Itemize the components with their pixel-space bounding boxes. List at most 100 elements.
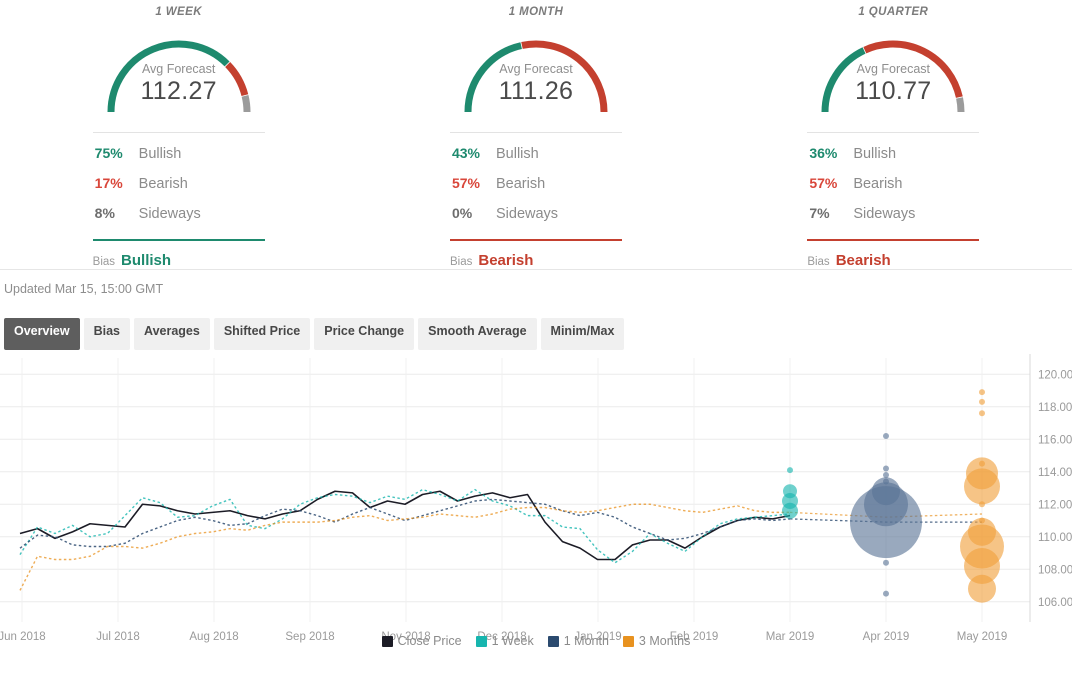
y-axis-tick-label: 118.00 bbox=[1038, 402, 1072, 414]
tab-price-change[interactable]: Price Change bbox=[314, 318, 414, 350]
y-axis-tick-label: 116.00 bbox=[1038, 434, 1072, 446]
bias-row: Bias Bearish bbox=[807, 252, 979, 269]
gauge-title: 1 MONTH bbox=[357, 6, 714, 18]
legend-label: 1 Month bbox=[564, 634, 609, 648]
legend-swatch-icon bbox=[548, 636, 559, 647]
legend-item[interactable]: Close Price bbox=[382, 634, 462, 648]
forecast-bubble[interactable] bbox=[782, 503, 798, 519]
forecast-bubble[interactable] bbox=[883, 433, 889, 439]
tab-shifted-price[interactable]: Shifted Price bbox=[214, 318, 310, 350]
stat-row-bearish: 57% Bearish bbox=[807, 175, 979, 205]
gauge-svg bbox=[450, 24, 622, 116]
legend-item[interactable]: 1 Month bbox=[548, 634, 609, 648]
chart-line-close-price bbox=[20, 491, 790, 559]
y-axis-tick-label: 112.00 bbox=[1038, 499, 1072, 511]
y-axis-tick-label: 120.00 bbox=[1038, 369, 1072, 381]
sideways-label: Sideways bbox=[139, 206, 201, 222]
gauge-segment bbox=[245, 96, 247, 112]
tab-averages[interactable]: Averages bbox=[134, 318, 210, 350]
forecast-bubble[interactable] bbox=[979, 410, 985, 416]
stat-row-bullish: 43% Bullish bbox=[450, 145, 622, 175]
gauge-segment bbox=[825, 50, 864, 112]
stat-row-bullish: 75% Bullish bbox=[93, 145, 265, 175]
sideways-label: Sideways bbox=[496, 206, 558, 222]
tab-smooth-average[interactable]: Smooth Average bbox=[418, 318, 536, 350]
bearish-percent: 57% bbox=[807, 175, 853, 191]
bullish-label: Bullish bbox=[139, 146, 182, 162]
sentiment-stats: 43% Bullish 57% Bearish 0% Sideways Bias… bbox=[450, 132, 622, 269]
gauge-segment bbox=[960, 98, 961, 112]
legend-item[interactable]: 1 Week bbox=[476, 634, 534, 648]
sideways-percent: 0% bbox=[450, 205, 496, 221]
bias-label: Bias bbox=[93, 256, 115, 268]
sideways-percent: 7% bbox=[807, 205, 853, 221]
gauge-title: 1 WEEK bbox=[0, 6, 357, 18]
bias-row: Bias Bearish bbox=[450, 252, 622, 269]
legend-label: 1 Week bbox=[492, 634, 534, 648]
gauge-panel-1-month: 1 MONTH Avg Forecast 111.26 43% Bullish … bbox=[357, 0, 714, 269]
forecast-bubble[interactable] bbox=[883, 472, 889, 478]
forecast-bubble[interactable] bbox=[850, 486, 922, 558]
bearish-percent: 57% bbox=[450, 175, 496, 191]
gauge-arc-1-month: Avg Forecast 111.26 bbox=[450, 24, 622, 116]
chart-view-tabs: OverviewBiasAveragesShifted PricePrice C… bbox=[0, 310, 1072, 350]
bullish-percent: 43% bbox=[450, 145, 496, 161]
legend-item[interactable]: 3 Months bbox=[623, 634, 690, 648]
bias-value: Bearish bbox=[836, 252, 891, 269]
forecast-bubble[interactable] bbox=[883, 591, 889, 597]
stat-row-bullish: 36% Bullish bbox=[807, 145, 979, 175]
forecast-bubble[interactable] bbox=[979, 399, 985, 405]
gauge-segment bbox=[522, 44, 604, 112]
stat-row-bearish: 57% Bearish bbox=[450, 175, 622, 205]
chart-svg: 120.00 118.00 116.00 114.00 112.00 110.00 108.… bbox=[0, 350, 1072, 650]
stat-row-sideways: 7% Sideways bbox=[807, 205, 979, 235]
gauge-panel-1-week: 1 WEEK Avg Forecast 112.27 75% Bullish 1… bbox=[0, 0, 357, 269]
bias-row: Bias Bullish bbox=[93, 252, 265, 269]
forecast-chart: 120.00 118.00 116.00 114.00 112.00 110.00 108.… bbox=[0, 350, 1072, 650]
bias-value: Bullish bbox=[121, 252, 171, 269]
bias-label: Bias bbox=[450, 256, 472, 268]
gauge-arc-1-week: Avg Forecast 112.27 bbox=[93, 24, 265, 116]
bearish-percent: 17% bbox=[93, 175, 139, 191]
last-updated-text: Updated Mar 15, 15:00 GMT bbox=[0, 270, 1072, 310]
bias-underline bbox=[93, 239, 265, 241]
bullish-percent: 36% bbox=[807, 145, 853, 161]
gauge-segment bbox=[111, 44, 227, 112]
gauge-title: 1 QUARTER bbox=[715, 6, 1072, 18]
tab-minim-max[interactable]: Minim/Max bbox=[541, 318, 625, 350]
bearish-label: Bearish bbox=[139, 176, 188, 192]
bias-value: Bearish bbox=[478, 252, 533, 269]
bullish-label: Bullish bbox=[853, 146, 896, 162]
gauge-segment bbox=[865, 44, 960, 97]
stat-row-sideways: 0% Sideways bbox=[450, 205, 622, 235]
chart-line-1-month bbox=[20, 499, 790, 548]
legend-label: 3 Months bbox=[639, 634, 690, 648]
y-axis-tick-label: 110.00 bbox=[1038, 532, 1072, 544]
bias-label: Bias bbox=[807, 256, 829, 268]
gauge-panel-1-quarter: 1 QUARTER Avg Forecast 110.77 36% Bullis… bbox=[715, 0, 1072, 269]
gauge-svg bbox=[807, 24, 979, 116]
y-axis-tick-label: 114.00 bbox=[1038, 467, 1072, 479]
forecast-bubble[interactable] bbox=[883, 466, 889, 472]
tab-bias[interactable]: Bias bbox=[84, 318, 130, 350]
forecast-gauges-row: 1 WEEK Avg Forecast 112.27 75% Bullish 1… bbox=[0, 0, 1072, 270]
gauge-segment bbox=[468, 46, 521, 112]
forecast-bubble[interactable] bbox=[979, 501, 985, 507]
forecast-bubble[interactable] bbox=[968, 575, 996, 603]
y-axis-tick-label: 108.00 bbox=[1038, 564, 1072, 576]
forecast-bubble[interactable] bbox=[979, 389, 985, 395]
chart-line-3-months bbox=[20, 504, 790, 590]
stat-row-sideways: 8% Sideways bbox=[93, 205, 265, 235]
gauge-arc-1-quarter: Avg Forecast 110.77 bbox=[807, 24, 979, 116]
forecast-bubble[interactable] bbox=[883, 560, 889, 566]
y-axis-tick-label: 106.00 bbox=[1038, 597, 1072, 609]
forecast-bubble[interactable] bbox=[787, 467, 793, 473]
forecast-bubble[interactable] bbox=[964, 468, 1000, 504]
gauge-svg bbox=[93, 24, 265, 116]
bias-underline bbox=[807, 239, 979, 241]
bias-underline bbox=[450, 239, 622, 241]
tab-overview[interactable]: Overview bbox=[4, 318, 80, 350]
sentiment-stats: 36% Bullish 57% Bearish 7% Sideways Bias… bbox=[807, 132, 979, 269]
chart-line-1-week bbox=[20, 490, 790, 563]
bearish-label: Bearish bbox=[853, 176, 902, 192]
